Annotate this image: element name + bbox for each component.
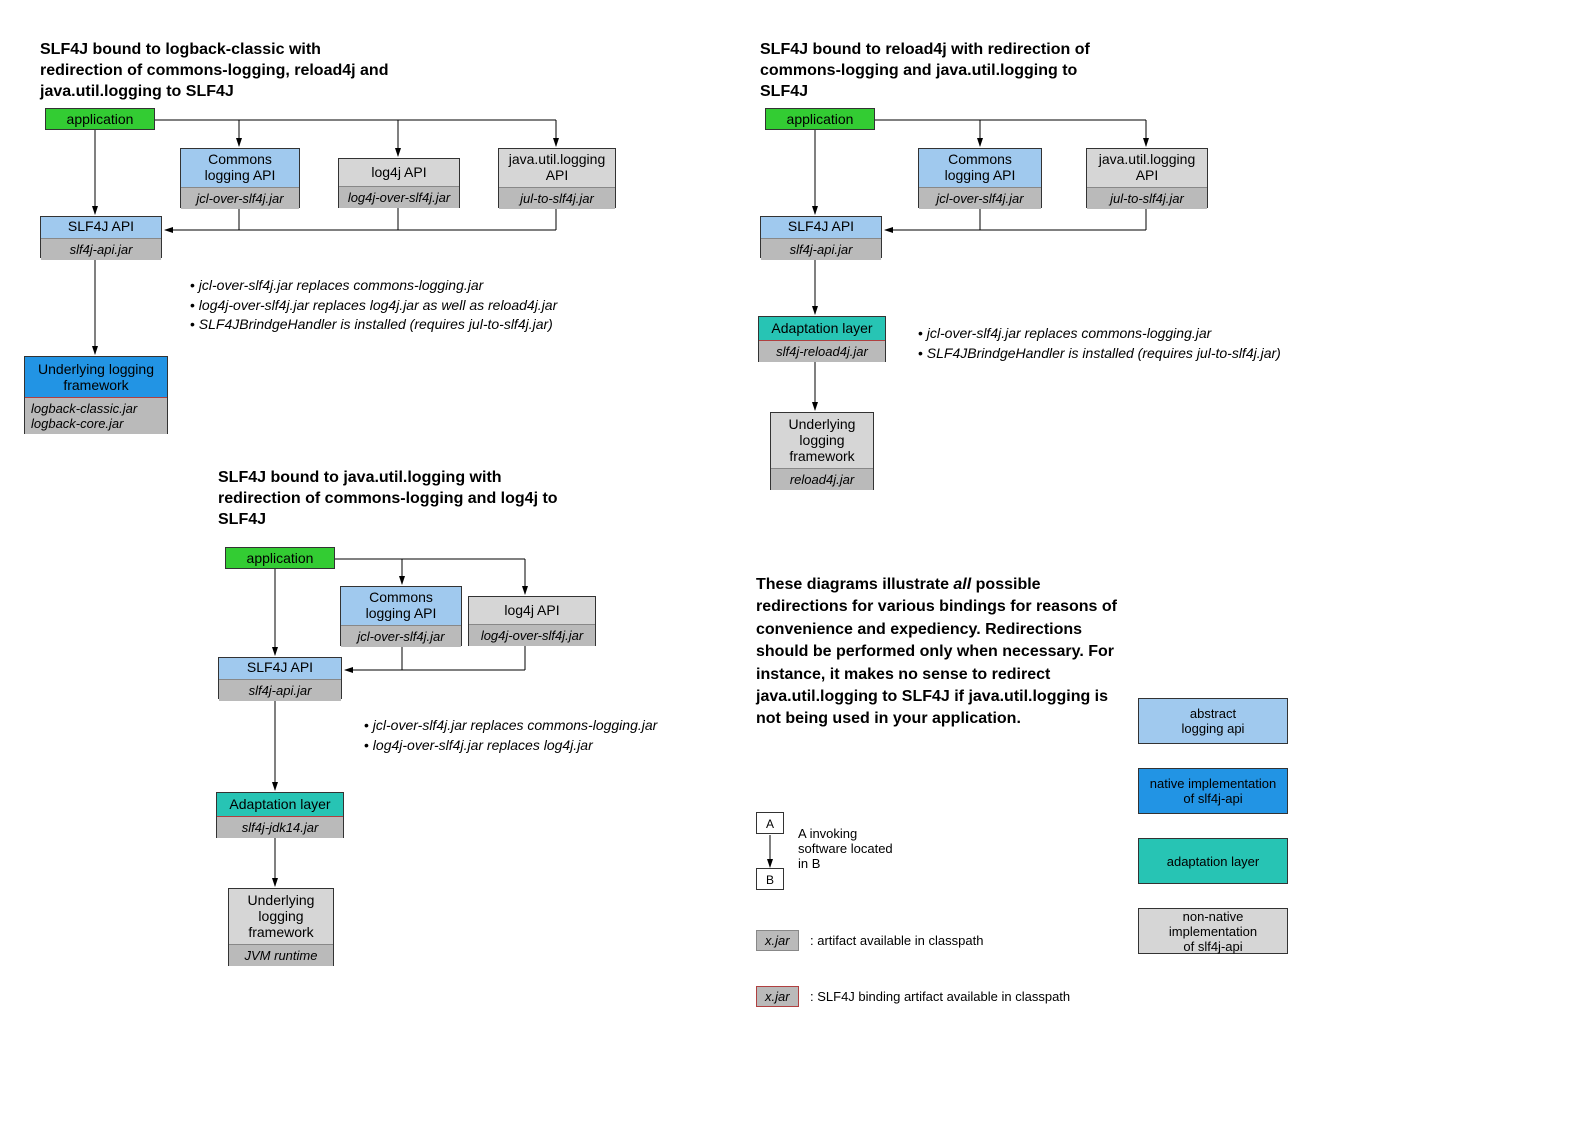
d1-application: application — [45, 108, 155, 130]
d1-bullets: jcl-over-slf4j.jar replaces commons-logg… — [190, 276, 557, 335]
legend-jar-plain-text: : artifact available in classpath — [810, 933, 983, 948]
legend-jar-red: x.jar — [756, 986, 799, 1007]
d2-underlying: Underlying logging framework reload4j.ja… — [770, 412, 874, 490]
d3-application: application — [225, 547, 335, 569]
d2-jul: java.util.logging API jul-to-slf4j.jar — [1086, 148, 1208, 208]
legend-adapt: adaptation layer — [1138, 838, 1288, 884]
d3-bullets: jcl-over-slf4j.jar replaces commons-logg… — [364, 716, 657, 755]
d3-slf4j: SLF4J API slf4j-api.jar — [218, 657, 342, 699]
legend-native: native implementation of slf4j-api — [1138, 768, 1288, 814]
explanation-text: These diagrams illustrate all possible r… — [756, 574, 1126, 731]
legend-ab-text: A invoking software located in B — [798, 826, 893, 871]
legend-jar-red-text: : SLF4J binding artifact available in cl… — [810, 989, 1070, 1004]
d3-log4j: log4j API log4j-over-slf4j.jar — [468, 596, 596, 646]
d2-adapt: Adaptation layer slf4j-reload4j.jar — [758, 316, 886, 362]
d3-adapt: Adaptation layer slf4j-jdk14.jar — [216, 792, 344, 838]
d1-log4j: log4j API log4j-over-slf4j.jar — [338, 158, 460, 208]
d1-slf4j: SLF4J API slf4j-api.jar — [40, 216, 162, 258]
d2-application: application — [765, 108, 875, 130]
d1-commons: Commons logging API jcl-over-slf4j.jar — [180, 148, 300, 208]
legend-abstract: abstract logging api — [1138, 698, 1288, 744]
d3-underlying: Underlying logging framework JVM runtime — [228, 888, 334, 966]
d2-title: SLF4J bound to reload4j with redirection… — [760, 40, 1100, 102]
d1-underlying: Underlying logging framework logback-cla… — [24, 356, 168, 434]
legend-A-box: A — [756, 812, 784, 834]
d2-slf4j: SLF4J API slf4j-api.jar — [760, 216, 882, 258]
d3-title: SLF4J bound to java.util.logging with re… — [218, 468, 578, 530]
d2-bullets: jcl-over-slf4j.jar replaces commons-logg… — [918, 324, 1281, 363]
d1-title: SLF4J bound to logback-classic with redi… — [40, 40, 400, 102]
d3-commons: Commons logging API jcl-over-slf4j.jar — [340, 586, 462, 646]
legend-nonnative: non-native implementation of slf4j-api — [1138, 908, 1288, 954]
d2-commons: Commons logging API jcl-over-slf4j.jar — [918, 148, 1042, 208]
legend-B-box: B — [756, 868, 784, 890]
d1-jul: java.util.logging API jul-to-slf4j.jar — [498, 148, 616, 208]
legend-jar-plain: x.jar — [756, 930, 799, 951]
